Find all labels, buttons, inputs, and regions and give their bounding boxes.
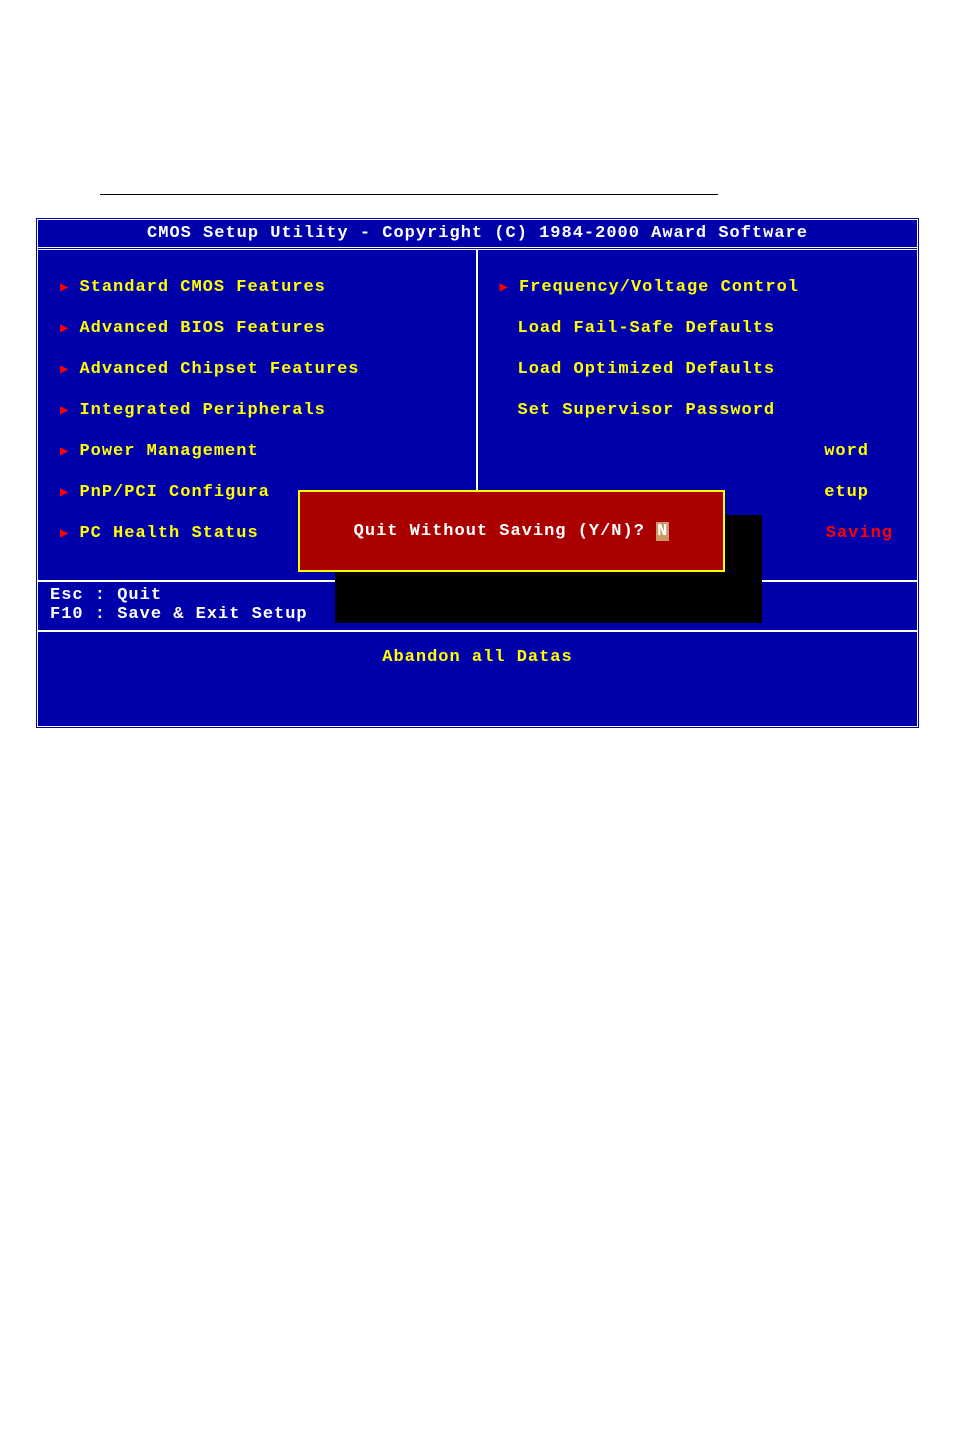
menu-label: Load Optimized Defaults [518,360,776,379]
arrow-icon: ▶ [60,484,69,501]
menu-standard-cmos[interactable]: ▶ Standard CMOS Features [60,278,458,297]
menu-label: word [824,442,869,461]
menu-label: Frequency/Voltage Control [519,278,799,297]
menu-label: Saving [826,524,893,543]
menu-advanced-chipset[interactable]: ▶ Advanced Chipset Features [60,360,458,379]
arrow-icon: ▶ [60,320,69,337]
menu-label: Advanced Chipset Features [79,360,359,379]
menu-label: etup [824,483,869,502]
main-menu-area: ▶ Standard CMOS Features ▶ Advanced BIOS… [38,247,917,582]
dialog-prompt-text: Quit Without Saving (Y/N)? [354,522,656,541]
arrow-icon: ▶ [60,443,69,460]
bios-header: CMOS Setup Utility - Copyright (C) 1984-… [38,220,917,247]
arrow-icon: ▶ [500,279,509,296]
footer-hint: Abandon all Datas [38,632,917,683]
menu-label: Integrated Peripherals [79,401,325,420]
menu-load-failsafe[interactable]: Load Fail-Safe Defaults [500,319,900,338]
menu-label: Advanced BIOS Features [79,319,325,338]
arrow-icon: ▶ [60,361,69,378]
dialog-prompt: Quit Without Saving (Y/N)? N [354,522,670,541]
menu-label: Standard CMOS Features [79,278,325,297]
bios-setup-screen: CMOS Setup Utility - Copyright (C) 1984-… [35,217,920,729]
menu-frequency-voltage[interactable]: ▶ Frequency/Voltage Control [500,278,900,297]
menu-label: PC Health Status [79,524,258,543]
menu-label: Power Management [79,442,258,461]
quit-dialog[interactable]: Quit Without Saving (Y/N)? N [298,490,725,572]
menu-label: PnP/PCI Configura [79,483,269,502]
header-title: CMOS Setup Utility - Copyright (C) 1984-… [147,224,808,243]
menu-load-optimized[interactable]: Load Optimized Defaults [500,360,900,379]
menu-integrated-peripherals[interactable]: ▶ Integrated Peripherals [60,401,458,420]
arrow-icon: ▶ [60,402,69,419]
menu-label: Set Supervisor Password [518,401,776,420]
menu-advanced-bios[interactable]: ▶ Advanced BIOS Features [60,319,458,338]
footer-text: Abandon all Datas [382,648,572,667]
arrow-icon: ▶ [60,279,69,296]
menu-user-password[interactable]: word [500,442,900,461]
dialog-answer[interactable]: N [656,522,669,541]
menu-label: Load Fail-Safe Defaults [518,319,776,338]
menu-power-management[interactable]: ▶ Power Management [60,442,458,461]
menu-supervisor-password[interactable]: Set Supervisor Password [500,401,900,420]
arrow-icon: ▶ [60,525,69,542]
